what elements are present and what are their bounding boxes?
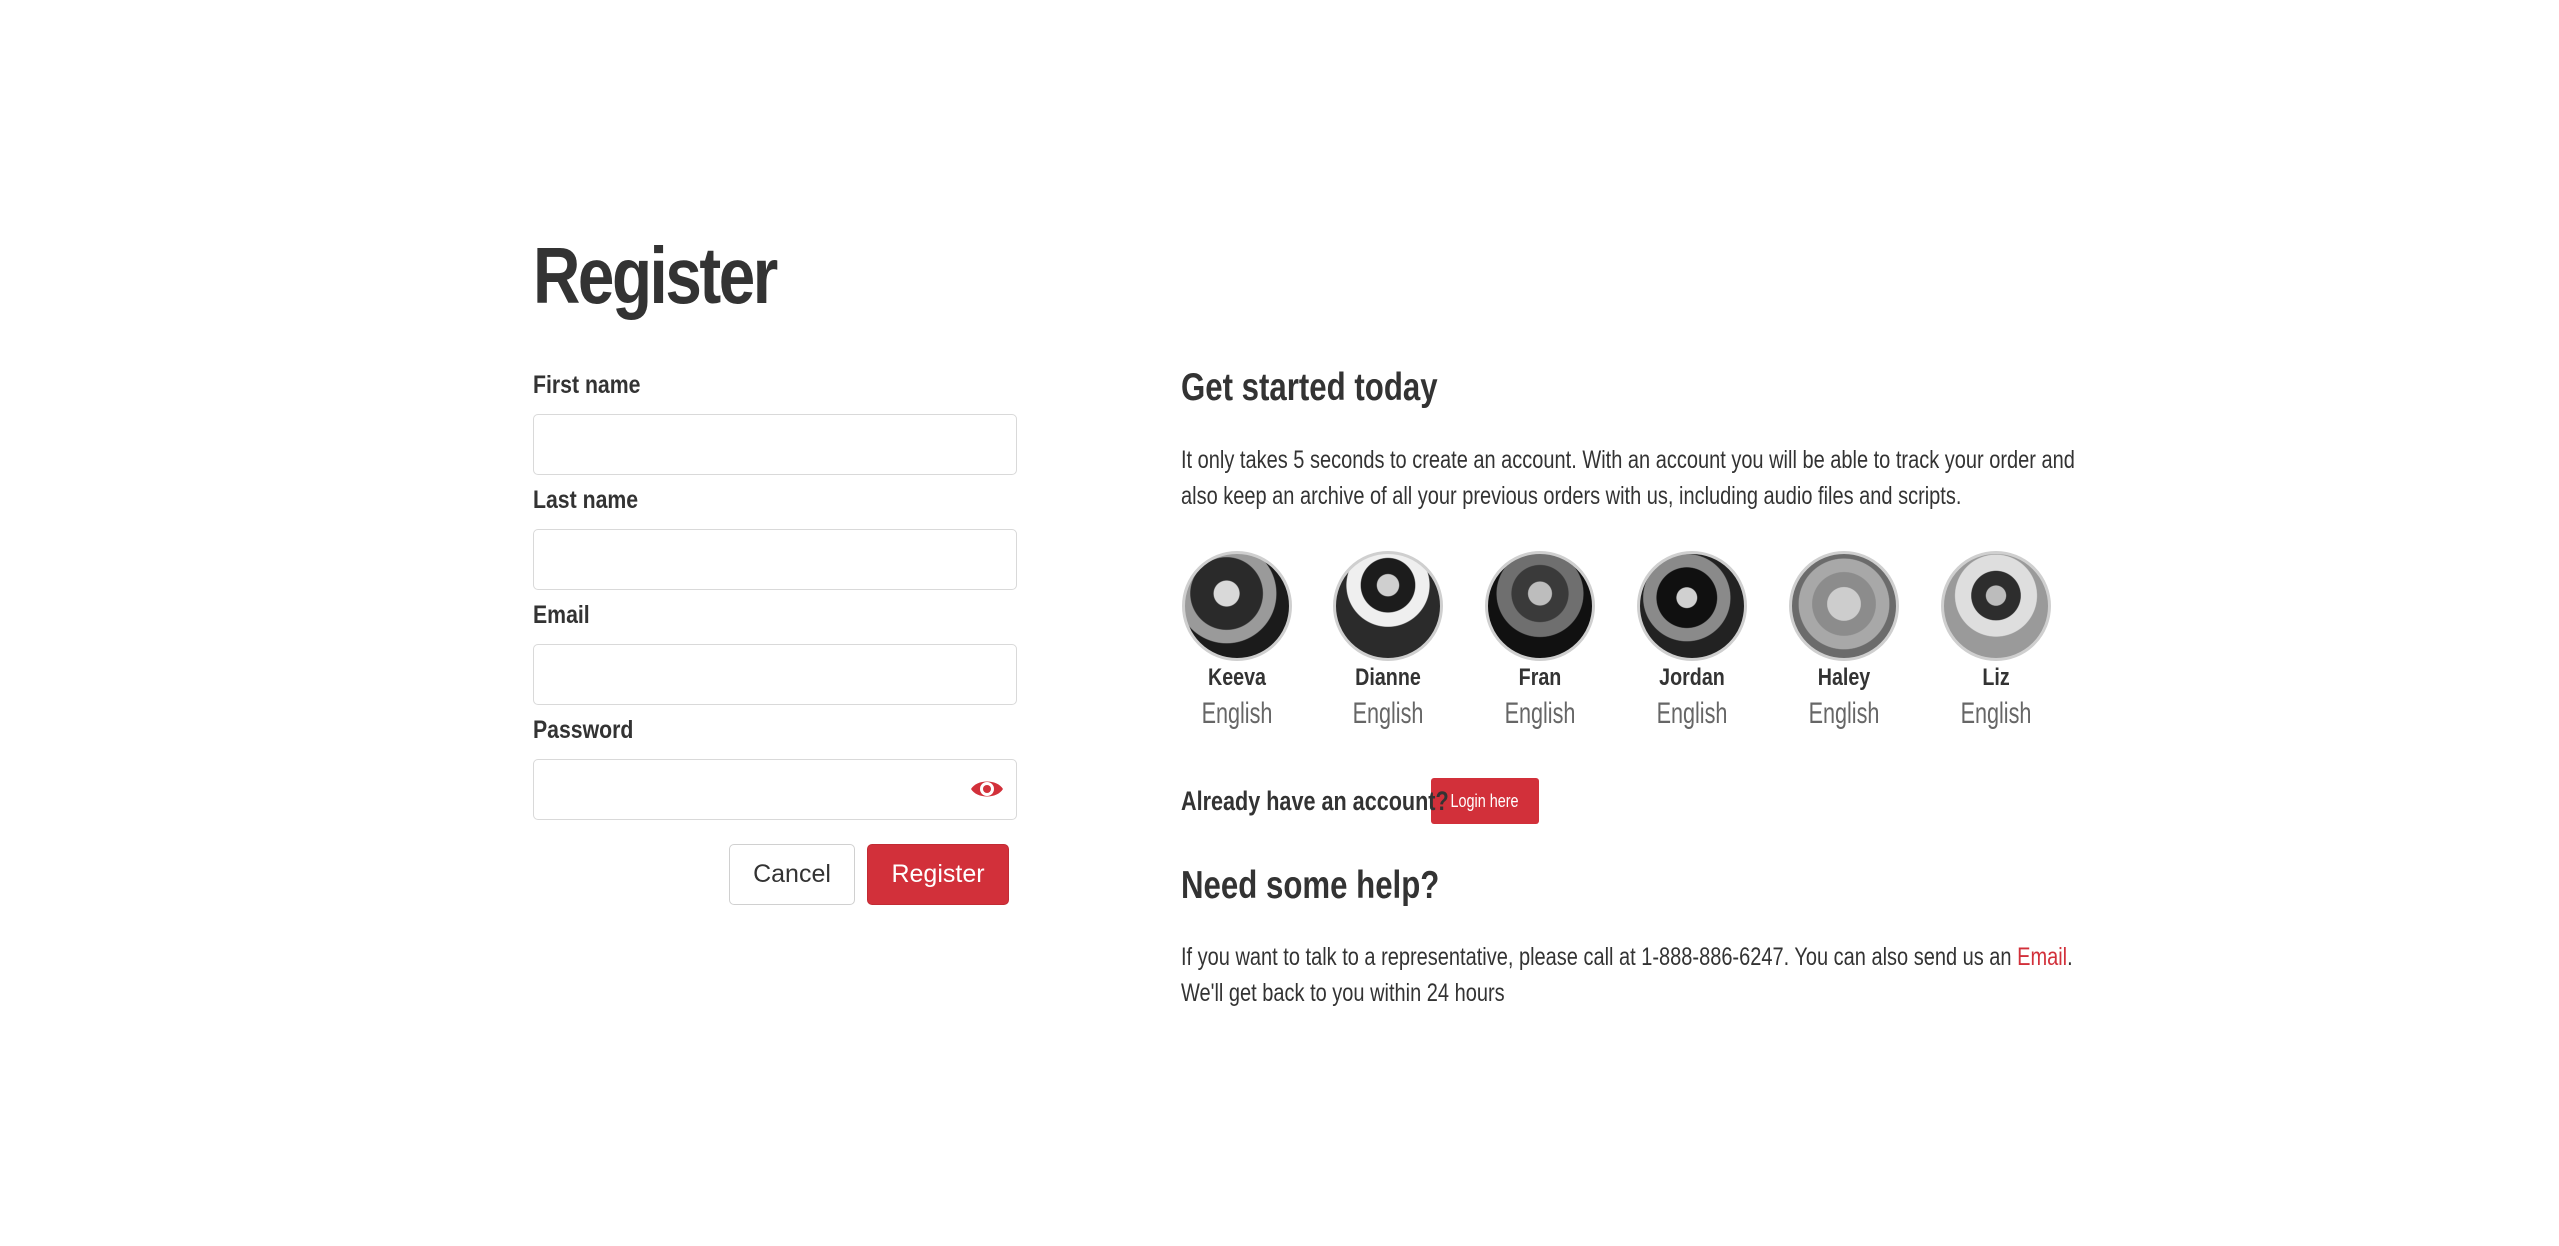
account-question: Already have an account? — [1181, 785, 1449, 816]
email-label: Email — [533, 601, 590, 629]
agent-language: English — [1352, 697, 1424, 730]
agent-language: English — [1808, 697, 1880, 730]
first-name-label: First name — [533, 371, 641, 399]
get-started-heading: Get started today — [1181, 366, 1438, 409]
agent-name: Dianne — [1355, 664, 1421, 691]
avatar — [1182, 551, 1292, 661]
email-link[interactable]: Email — [2017, 943, 2067, 971]
page-title: Register — [533, 231, 778, 320]
get-started-description: It only takes 5 seconds to create an acc… — [1181, 446, 2075, 510]
avatar — [1637, 551, 1747, 661]
agent-language: English — [1504, 697, 1576, 730]
password-label: Password — [533, 716, 634, 744]
avatar — [1485, 551, 1595, 661]
agent-name: Jordan — [1659, 664, 1725, 691]
login-row: Already have an account? Login here — [1181, 778, 1539, 824]
cancel-button[interactable]: Cancel — [729, 844, 855, 905]
agent-name: Liz — [1982, 664, 2010, 691]
agent-name: Haley — [1817, 664, 1871, 691]
agent-name: Keeva — [1207, 664, 1266, 691]
agent-card[interactable]: Dianne English — [1312, 551, 1464, 735]
agent-list: Keeva English Dianne English Fran Englis… — [1181, 551, 2061, 741]
help-text: If you want to talk to a representative,… — [1181, 939, 2077, 1011]
avatar — [1333, 551, 1443, 661]
email-field[interactable] — [533, 644, 1017, 705]
avatar — [1941, 551, 2051, 661]
eye-icon[interactable] — [969, 774, 1005, 804]
last-name-label: Last name — [533, 486, 639, 514]
password-field[interactable] — [533, 759, 1017, 820]
agent-language: English — [1656, 697, 1728, 730]
help-text-part-1: If you want to talk to a representative,… — [1181, 943, 2012, 971]
agent-card[interactable]: Fran English — [1464, 551, 1616, 735]
last-name-field[interactable] — [533, 529, 1017, 590]
register-button[interactable]: Register — [867, 844, 1009, 905]
avatar — [1789, 551, 1899, 661]
register-page: Register First name Last name Email Pass… — [0, 0, 2559, 1246]
first-name-field[interactable] — [533, 414, 1017, 475]
agent-language: English — [1960, 697, 2032, 730]
agent-card[interactable]: Liz English — [1920, 551, 2072, 735]
agent-card[interactable]: Keeva English — [1161, 551, 1313, 735]
agent-name: Fran — [1518, 664, 1562, 691]
login-button-label: Login here — [1450, 790, 1520, 811]
agent-language: English — [1201, 697, 1273, 730]
agent-card[interactable]: Haley English — [1768, 551, 1920, 735]
password-wrapper — [533, 759, 1017, 820]
agent-card[interactable]: Jordan English — [1616, 551, 1768, 735]
help-heading: Need some help? — [1181, 864, 1440, 907]
